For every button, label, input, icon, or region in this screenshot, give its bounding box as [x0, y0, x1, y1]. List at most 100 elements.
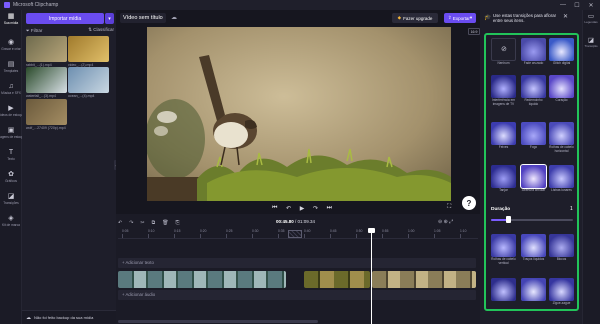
rail-item-stock-images[interactable]: ▣Imagens de estoque — [0, 126, 25, 146]
rewind-button[interactable]: ↶ — [286, 205, 291, 212]
sort-label: Classificar — [93, 27, 114, 32]
sort-button[interactable]: ⇅ Classificar — [88, 27, 114, 33]
right-rail-label: Transição — [584, 44, 598, 48]
rail-item-label: Gráficos — [5, 179, 17, 183]
forward-button[interactable]: ↷ — [313, 205, 318, 212]
title-bar: Microsoft Clipchamp — ☐ ✕ — [0, 0, 600, 10]
media-panel: Importar mídia ▾ ⏷ Filtrar ⇅ Classificar… — [22, 10, 116, 324]
video-preview[interactable] — [147, 27, 451, 201]
text-track[interactable] — [118, 258, 476, 268]
backup-notice[interactable]: ☁ Não foi feito backup da sua mídia — [22, 310, 116, 324]
editor-header: Vídeo sem título ☁ ◆ Fazer upgrade ⇪ Exp… — [116, 10, 480, 26]
video-clip-bird[interactable] — [304, 271, 370, 288]
ruler-tick-label: 0:35 — [278, 229, 285, 238]
rail-item-stock-video[interactable]: ▶ Vídeos de estoque — [0, 104, 25, 124]
skip-forward-button[interactable]: ⏭ — [327, 205, 332, 212]
media-icon: ▦ — [7, 13, 15, 20]
export-label: Exportar — [452, 15, 470, 21]
aspect-ratio-button[interactable]: 16:9 — [468, 28, 480, 35]
stock-images-icon: ▣ — [7, 127, 15, 134]
right-rail-label: Legendas — [584, 20, 598, 24]
close-window-button[interactable]: ✕ — [584, 0, 598, 10]
rail-item-media[interactable]: ▦ Sua mídia — [0, 12, 22, 32]
upgrade-button[interactable]: ◆ Fazer upgrade — [392, 13, 438, 23]
record-icon: ◉ — [7, 39, 15, 46]
timeline-scrollbar[interactable] — [118, 320, 318, 323]
playhead-handle[interactable] — [368, 228, 375, 233]
gem-icon: ◆ — [397, 15, 402, 20]
video-clip-waterfall[interactable] — [118, 271, 286, 288]
right-rail-subtitles[interactable]: ▭ Legendas — [582, 12, 600, 24]
app-title: Microsoft Clipchamp — [13, 2, 59, 8]
ruler-tick-label: 0:55 — [382, 229, 389, 238]
rail-item-text[interactable]: T Texto — [0, 148, 22, 168]
redo-icon[interactable]: ↷ — [129, 220, 133, 226]
media-thumbnail[interactable] — [26, 67, 67, 93]
minimize-button[interactable]: — — [556, 0, 570, 10]
transitions-tip: Use estas transições para aflorar entre … — [493, 13, 557, 24]
media-thumbnail[interactable] — [68, 67, 109, 93]
fullscreen-icon[interactable]: ⛶ — [447, 204, 451, 211]
rail-item-label: Kit de marca — [2, 223, 20, 227]
brand-kit-icon: ◈ — [8, 215, 14, 222]
split-icon[interactable]: ✂ — [140, 220, 144, 226]
rail-item-music[interactable]: ♫ Música e SFX — [0, 82, 22, 102]
cloud-sync-icon: ☁ — [171, 15, 177, 21]
current-time: 00:45.80 — [276, 219, 294, 224]
rail-item-templates[interactable]: ▤ Templates — [0, 60, 22, 80]
playhead[interactable] — [371, 229, 372, 324]
duplicate-icon[interactable]: ⧉ — [152, 220, 156, 226]
delete-icon[interactable]: 🗑 — [162, 220, 168, 226]
ruler-tick-label: 1:10 — [460, 229, 467, 238]
rail-item-label: Música e SFX — [1, 91, 21, 95]
rail-item-label: Sua mídia — [3, 21, 19, 25]
rail-item-label: Templates — [3, 69, 19, 73]
undo-icon[interactable]: ↶ — [118, 220, 122, 226]
zoom-controls[interactable]: ⊖ ⊕ ⤢ — [438, 219, 453, 225]
app-logo-icon — [4, 2, 10, 8]
transition-icon: ◪ — [587, 37, 595, 44]
add-audio-label[interactable]: + Adicionar áudio — [122, 292, 155, 297]
transitions-highlight — [484, 33, 579, 311]
media-thumbnail[interactable] — [26, 36, 67, 62]
rail-item-brand-kit[interactable]: ◈ Kit de marca — [0, 214, 22, 234]
play-button[interactable]: ▶ — [300, 205, 305, 212]
import-media-button[interactable]: Importar mídia — [26, 13, 104, 24]
filter-button[interactable]: ⏷ Filtrar — [26, 28, 42, 33]
video-clip-wolf[interactable] — [372, 271, 476, 288]
ruler-tick-label: 0:05 — [122, 229, 129, 238]
cloud-warning-icon: ☁ — [26, 314, 31, 321]
time-readout: 00:45.80 / 01:09.34 — [276, 219, 316, 224]
rail-item-graphics[interactable]: ✿ Gráficos — [0, 170, 22, 190]
rail-item-label: Vídeos de estoque — [0, 113, 25, 117]
right-rail-transition[interactable]: ◪ Transição — [582, 36, 600, 48]
rail-item-label: Texto — [7, 157, 15, 161]
import-dropdown-button[interactable]: ▾ — [105, 13, 114, 24]
help-button[interactable]: ? — [462, 196, 476, 210]
copy-icon[interactable]: ⎘ — [176, 220, 180, 226]
export-dropdown-icon: ▾ — [469, 15, 473, 20]
transition-slot-marker[interactable] — [288, 230, 302, 238]
text-icon: T — [8, 149, 14, 156]
project-title[interactable]: Vídeo sem título — [120, 13, 166, 23]
templates-icon: ▤ — [7, 61, 15, 68]
ruler-tick-label: 0:25 — [226, 229, 233, 238]
maximize-button[interactable]: ☐ — [570, 0, 584, 10]
ruler-tick-label: 1:00 — [408, 229, 415, 238]
stock-video-icon: ▶ — [8, 105, 14, 112]
export-button[interactable]: ⇪ Exportar ▾ — [444, 13, 476, 23]
add-text-label[interactable]: + Adicionar texto — [122, 260, 154, 265]
media-thumbnail[interactable] — [68, 36, 109, 62]
rail-item-record[interactable]: ◉ Gravar e criar — [0, 38, 22, 58]
filter-label: Filtrar — [30, 27, 43, 33]
rail-item-transitions[interactable]: ◪ Transições — [0, 192, 22, 212]
skip-back-button[interactable]: ⏮ — [272, 205, 277, 212]
music-icon: ♫ — [8, 83, 14, 90]
ruler-tick-label: 0:15 — [174, 229, 181, 238]
subtitles-icon: ▭ — [587, 13, 595, 20]
media-thumbnail[interactable] — [26, 99, 67, 125]
audio-track[interactable] — [118, 290, 476, 300]
media-filename: ocean_...(4).mp4 — [68, 94, 95, 98]
backup-text: Não foi feito backup da sua mídia — [34, 315, 94, 320]
close-tip-button[interactable]: ✕ — [563, 13, 568, 20]
